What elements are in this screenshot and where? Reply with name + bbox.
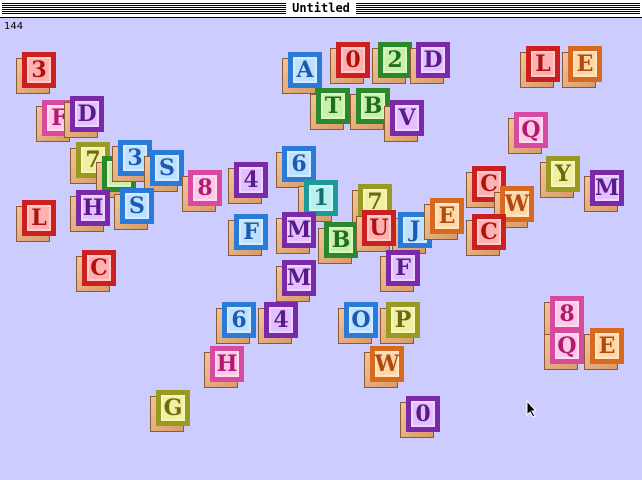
mahjong-tile[interactable]: C — [76, 250, 116, 292]
tile-letter: T — [316, 88, 350, 124]
tile-letter: C — [82, 250, 116, 286]
tile-letter: U — [362, 210, 396, 246]
mahjong-tile[interactable]: 8 — [182, 170, 222, 212]
tile-letter: 3 — [22, 52, 56, 88]
tile-letter: V — [390, 100, 424, 136]
mahjong-tile[interactable]: E — [584, 328, 624, 370]
tile-letter: 4 — [264, 302, 298, 338]
mahjong-tile[interactable]: T — [310, 88, 350, 130]
tile-letter: Q — [550, 328, 584, 364]
game-window: Untitled 144 3FD723SHSLC84F617MBJA02DTBV… — [0, 0, 642, 480]
mahjong-tile[interactable]: P — [380, 302, 420, 344]
mahjong-tile[interactable]: M — [276, 260, 316, 302]
mahjong-tile[interactable]: U — [356, 210, 396, 252]
mahjong-tile[interactable]: D — [410, 42, 450, 84]
tile-letter: L — [526, 46, 560, 82]
tile-letter: Q — [514, 112, 548, 148]
tile-letter: C — [472, 214, 506, 250]
tile-letter: Y — [546, 156, 580, 192]
mahjong-tile[interactable]: 0 — [330, 42, 370, 84]
mahjong-tile[interactable]: H — [204, 346, 244, 388]
tile-letter: M — [282, 260, 316, 296]
tile-letter: S — [120, 188, 154, 224]
mahjong-tile[interactable]: E — [562, 46, 602, 88]
tile-letter: W — [370, 346, 404, 382]
mahjong-board: 3FD723SHSLC84F617MBJA02DTBVUEM64OPWHG0LE… — [0, 0, 642, 480]
mahjong-tile[interactable]: V — [384, 100, 424, 142]
mahjong-tile[interactable]: F — [380, 250, 420, 292]
tile-letter: M — [590, 170, 624, 206]
mahjong-tile[interactable]: B — [318, 222, 358, 264]
mahjong-tile[interactable]: 6 — [216, 302, 256, 344]
tile-letter: P — [386, 302, 420, 338]
mahjong-tile[interactable]: O — [338, 302, 378, 344]
tile-letter: D — [416, 42, 450, 78]
mahjong-tile[interactable]: H — [70, 190, 110, 232]
tile-letter: E — [590, 328, 624, 364]
mahjong-tile[interactable]: G — [150, 390, 190, 432]
mahjong-tile[interactable]: 2 — [372, 42, 412, 84]
tile-letter: 0 — [336, 42, 370, 78]
mahjong-tile[interactable]: 0 — [400, 396, 440, 438]
tile-letter: M — [282, 212, 316, 248]
tile-letter: G — [156, 390, 190, 426]
tile-letter: 2 — [378, 42, 412, 78]
mahjong-tile[interactable]: 3 — [16, 52, 56, 94]
tile-letter: 8 — [550, 296, 584, 332]
mahjong-tile[interactable]: 4 — [258, 302, 298, 344]
tile-letter: B — [324, 222, 358, 258]
arrow-cursor-icon — [526, 400, 538, 418]
mahjong-tile[interactable]: F — [228, 214, 268, 256]
mahjong-tile[interactable]: S — [114, 188, 154, 230]
mahjong-tile[interactable]: 4 — [228, 162, 268, 204]
tile-letter: A — [288, 52, 322, 88]
tile-letter: 6 — [282, 146, 316, 182]
mahjong-tile[interactable]: L — [16, 200, 56, 242]
tile-letter: 8 — [188, 170, 222, 206]
mahjong-tile[interactable]: L — [520, 46, 560, 88]
tile-letter: 4 — [234, 162, 268, 198]
tile-letter: 6 — [222, 302, 256, 338]
mahjong-tile[interactable]: M — [584, 170, 624, 212]
tile-letter: F — [386, 250, 420, 286]
tile-letter: 0 — [406, 396, 440, 432]
mahjong-tile[interactable]: D — [64, 96, 104, 138]
mahjong-tile[interactable]: W — [364, 346, 404, 388]
mahjong-tile[interactable]: Y — [540, 156, 580, 198]
mahjong-tile[interactable]: M — [276, 212, 316, 254]
mahjong-tile[interactable]: C — [466, 214, 506, 256]
tile-letter: 1 — [304, 180, 338, 216]
tile-letter: S — [150, 150, 184, 186]
tile-letter: O — [344, 302, 378, 338]
mahjong-tile[interactable]: E — [424, 198, 464, 240]
tile-letter: H — [76, 190, 110, 226]
tile-letter: H — [210, 346, 244, 382]
mahjong-tile[interactable]: Q — [544, 328, 584, 370]
tile-letter: F — [234, 214, 268, 250]
tile-letter: L — [22, 200, 56, 236]
mahjong-tile[interactable]: Q — [508, 112, 548, 154]
tile-letter: E — [568, 46, 602, 82]
tile-letter: E — [430, 198, 464, 234]
tile-letter: D — [70, 96, 104, 132]
mahjong-tile[interactable]: S — [144, 150, 184, 192]
